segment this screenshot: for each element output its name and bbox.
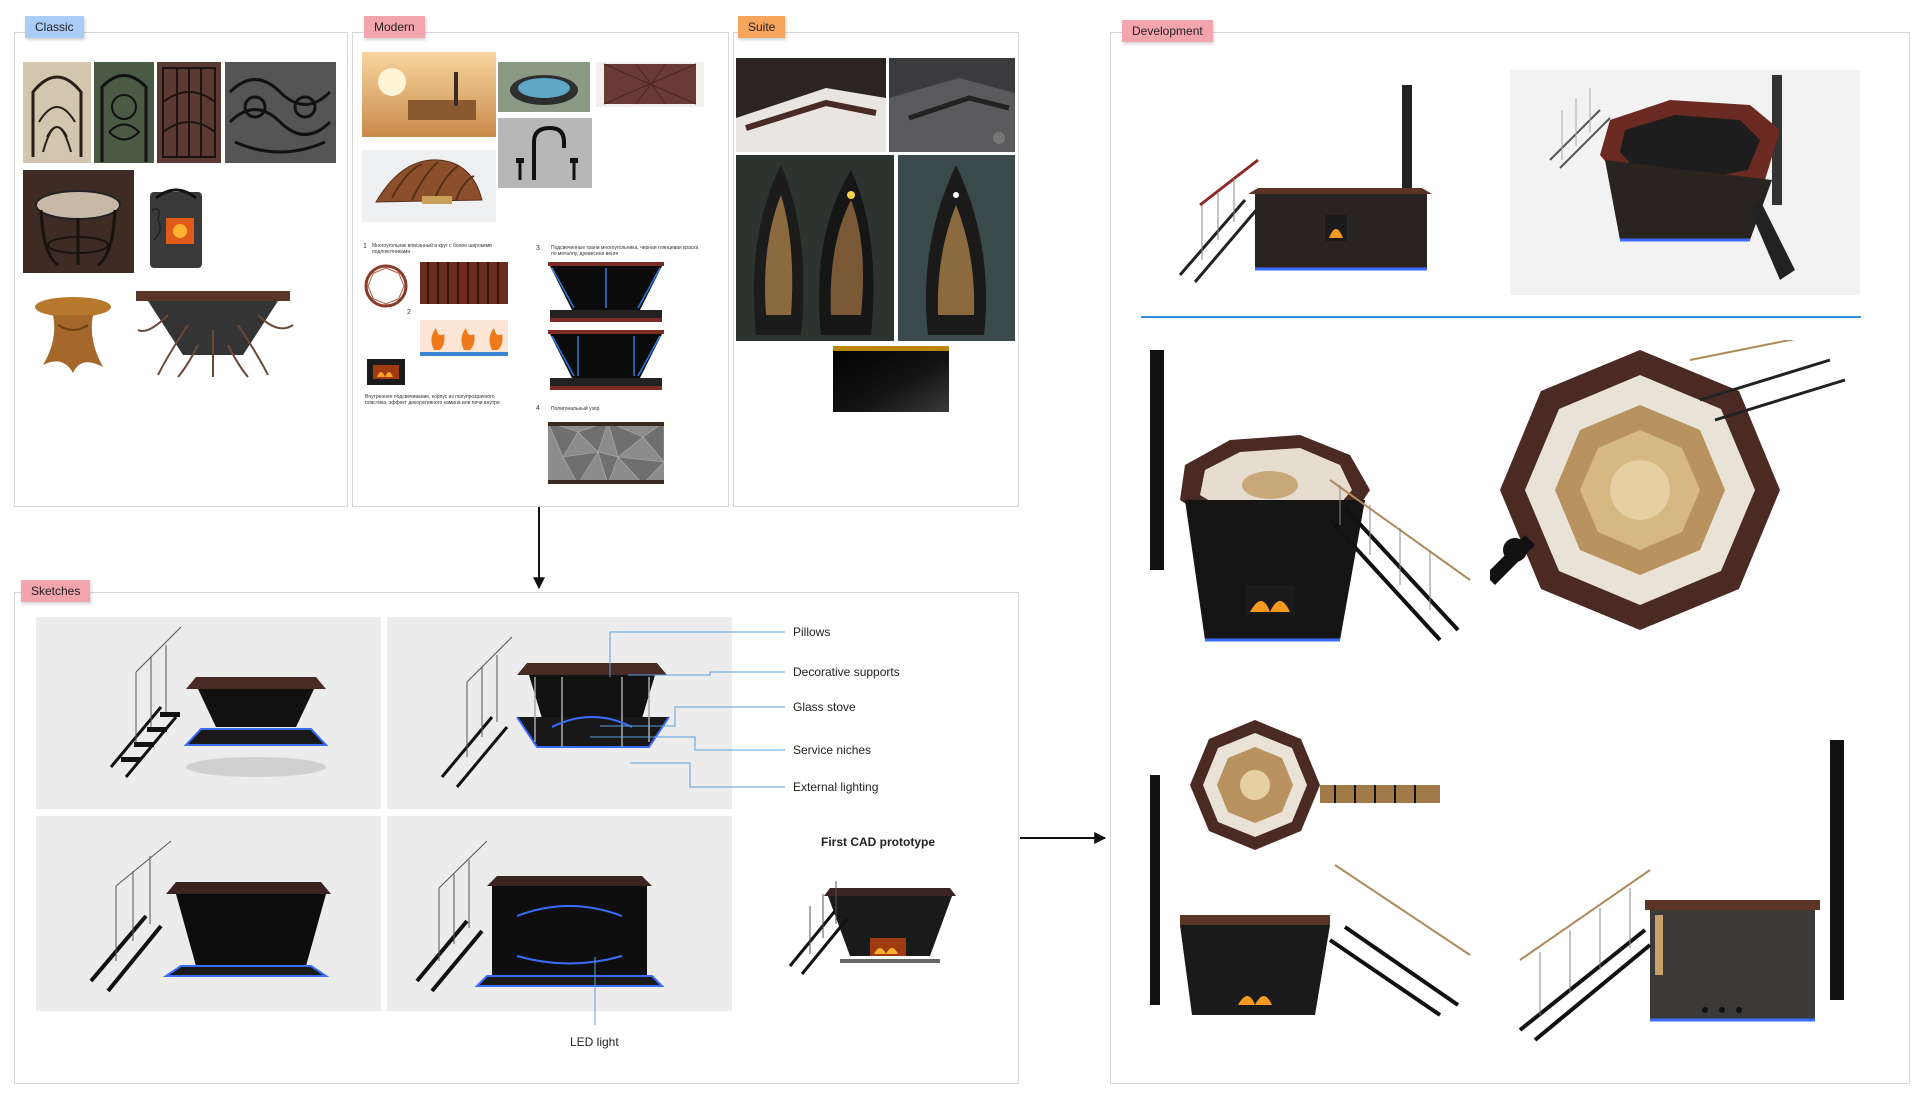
wood-slat-panel-diagram <box>420 262 508 304</box>
tub-section-diagram-2 <box>548 330 664 390</box>
pillows-label: Pillows <box>793 625 831 639</box>
development-render-top-front <box>1140 715 1480 1045</box>
sketch-render-1 <box>36 617 381 809</box>
external-lighting-label: External lighting <box>793 780 879 794</box>
note-3-number: 3 <box>536 245 540 252</box>
yacht-aerial-image-2 <box>898 155 1015 341</box>
wrought-iron-gate-image-1 <box>23 62 91 163</box>
wrought-iron-gate-image-2 <box>94 62 154 163</box>
development-tag[interactable]: Development <box>1122 20 1213 42</box>
note-4-text: Полигональный узор <box>551 406 600 412</box>
wooden-shell-pavilion-image <box>362 150 496 222</box>
development-render-top-angle <box>1490 340 1860 670</box>
iron-table-image <box>23 170 134 273</box>
development-divider <box>1141 316 1861 318</box>
note-3-text: Подсвеченные грани многоугольника, черна… <box>551 245 699 257</box>
first-cad-prototype-image <box>780 866 960 984</box>
fireplace-insert-image <box>365 355 407 387</box>
polygonal-pattern-image <box>548 422 664 484</box>
sketch-render-4 <box>387 816 732 1011</box>
black-faucet-image <box>498 118 592 188</box>
note-2-number: 2 <box>407 309 411 316</box>
development-render-side <box>1140 70 1492 295</box>
black-gloss-panel-image <box>833 346 949 412</box>
iron-stove-image <box>138 170 212 273</box>
led-light-label: LED light <box>570 1035 619 1049</box>
classic-tag[interactable]: Classic <box>25 16 84 38</box>
sketch-render-3 <box>36 816 381 1011</box>
flame-panel-diagram <box>420 320 508 356</box>
sunset-hot-tub-image <box>362 52 496 137</box>
octagon-ring-diagram <box>362 262 410 310</box>
note-1-number: 1 <box>363 243 367 250</box>
branch-tub-sketch-image <box>128 285 298 380</box>
note-2-text: Внутреннее подсвечивание, корпус из полу… <box>365 394 500 406</box>
yacht-interior-image-1 <box>736 58 886 152</box>
wooden-root-table-image <box>23 285 123 380</box>
first-cad-prototype-title: First CAD prototype <box>821 835 935 849</box>
suite-tag[interactable]: Suite <box>738 16 786 38</box>
note-1-text: Многоугольник вписанный в круг с более ш… <box>372 243 492 255</box>
sketch-render-2 <box>387 617 732 809</box>
modern-tag[interactable]: Modern <box>364 16 425 38</box>
yacht-interior-image-2 <box>889 58 1015 152</box>
note-4-number: 4 <box>536 405 540 412</box>
sketches-tag[interactable]: Sketches <box>21 580 91 602</box>
tub-section-diagram-1 <box>548 262 664 322</box>
outdoor-spa-image <box>498 62 590 112</box>
glass-stove-label: Glass stove <box>793 700 856 714</box>
development-render-stairs-left <box>1140 340 1480 670</box>
service-niches-label: Service niches <box>793 743 872 757</box>
development-render-angled <box>1510 70 1860 295</box>
wrought-iron-gate-image-4 <box>225 62 336 163</box>
decorative-supports-label: Decorative supports <box>793 665 900 679</box>
development-render-back <box>1500 730 1860 1045</box>
wrought-iron-gate-image-3 <box>157 62 221 163</box>
quilted-leather-image <box>596 62 704 107</box>
yachts-aerial-image-1 <box>736 155 894 341</box>
